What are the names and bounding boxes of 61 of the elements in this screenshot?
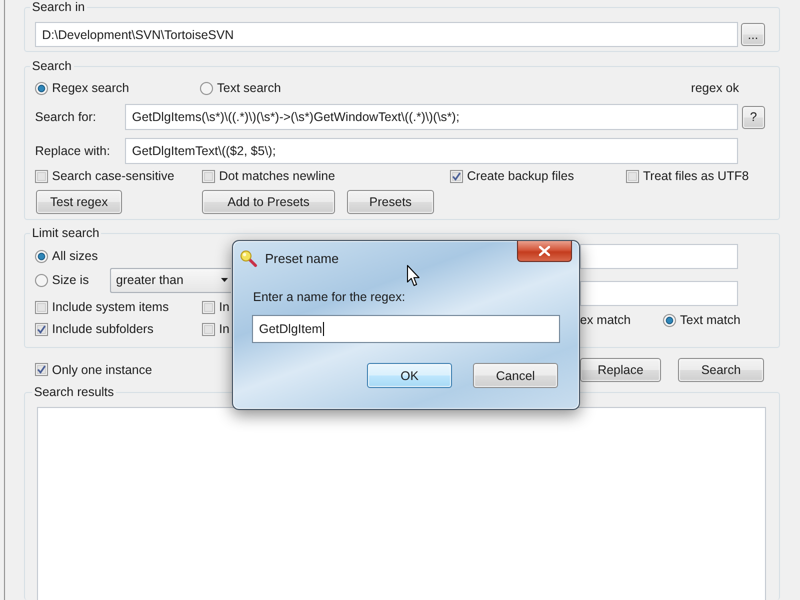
help-button[interactable]: ?	[742, 106, 765, 128]
checkbox[interactable]	[202, 300, 215, 314]
checkbox-label[interactable]: Search case-sensitive	[52, 169, 174, 183]
group-label: Search in	[31, 0, 86, 14]
radio-button[interactable]	[35, 250, 48, 262]
field-label: Search for:	[35, 110, 98, 124]
push-button[interactable]: Search	[678, 358, 764, 382]
preset-name-field[interactable]: GetDlgItem	[252, 315, 560, 343]
push-button[interactable]: Cancel	[473, 363, 558, 388]
checkbox-label[interactable]: In	[219, 322, 230, 336]
checkbox[interactable]	[450, 170, 463, 182]
text-caret-icon	[323, 322, 324, 336]
dropdown-arrow-icon	[221, 278, 228, 282]
radio-label[interactable]: Text match	[680, 313, 740, 327]
size-comparison-dropdown[interactable]: greater than	[110, 268, 231, 292]
dialog-title: Preset name	[265, 250, 339, 266]
regex-status-text: regex ok	[691, 81, 739, 95]
group-label: Limit search	[31, 226, 100, 240]
checkbox[interactable]	[35, 300, 48, 314]
input-field[interactable]	[580, 281, 738, 306]
input-field[interactable]	[580, 244, 738, 269]
checkbox-label[interactable]: Create backup files	[467, 169, 574, 183]
checkbox-label[interactable]: Treat files as UTF8	[643, 169, 749, 183]
search-pattern-field[interactable]: GetDlgItems(\s*)\((.*)\)(\s*)->(\s*)GetWindowText\((.*)\)(\s*);	[125, 104, 738, 130]
push-button[interactable]: Presets	[347, 190, 434, 214]
radio-button[interactable]	[200, 82, 213, 94]
checkbox[interactable]	[626, 170, 639, 182]
checkbox[interactable]	[202, 322, 215, 336]
checkbox-label[interactable]: Dot matches newline	[219, 169, 336, 183]
group-label: Search	[31, 59, 73, 73]
group-label: Search results	[33, 385, 115, 399]
radio-label[interactable]: Regex search	[52, 81, 130, 95]
folder-path-field[interactable]: D:\Development\SVN\TortoiseSVN	[35, 22, 738, 47]
checkbox-label[interactable]: Only one instance	[52, 362, 152, 376]
push-button[interactable]: Replace	[580, 358, 661, 382]
checkbox[interactable]	[202, 170, 215, 182]
checkbox-label[interactable]: Include subfolders	[52, 322, 154, 336]
radio-label[interactable]: ex match	[580, 313, 631, 327]
checkbox[interactable]	[35, 363, 48, 376]
radio-button[interactable]	[35, 82, 48, 94]
push-button[interactable]: OK	[367, 363, 452, 388]
close-icon	[539, 246, 550, 256]
mouse-pointer-icon	[407, 265, 420, 287]
push-button[interactable]: Test regex	[36, 190, 122, 214]
radio-button[interactable]	[35, 274, 48, 286]
checkbox[interactable]	[35, 322, 48, 336]
close-button[interactable]	[517, 241, 572, 262]
browse-button[interactable]: ...	[741, 23, 765, 46]
radio-label[interactable]: Text search	[217, 81, 281, 95]
push-button[interactable]: Add to Presets	[202, 190, 335, 214]
prompt-text: Enter a name for the regex:	[253, 289, 406, 305]
checkbox[interactable]	[35, 170, 48, 182]
checkbox-label[interactable]: Include system items	[52, 300, 169, 314]
replace-field[interactable]: GetDlgItemText\(($2, $5\);	[125, 138, 738, 164]
magnifier-icon	[240, 250, 258, 266]
results-list[interactable]	[37, 407, 766, 600]
radio-label[interactable]: Size is	[52, 273, 89, 287]
field-label: Replace with:	[35, 144, 112, 158]
radio-label[interactable]: All sizes	[52, 249, 98, 263]
checkbox-label[interactable]: In	[219, 300, 230, 314]
radio-button[interactable]	[663, 314, 676, 326]
